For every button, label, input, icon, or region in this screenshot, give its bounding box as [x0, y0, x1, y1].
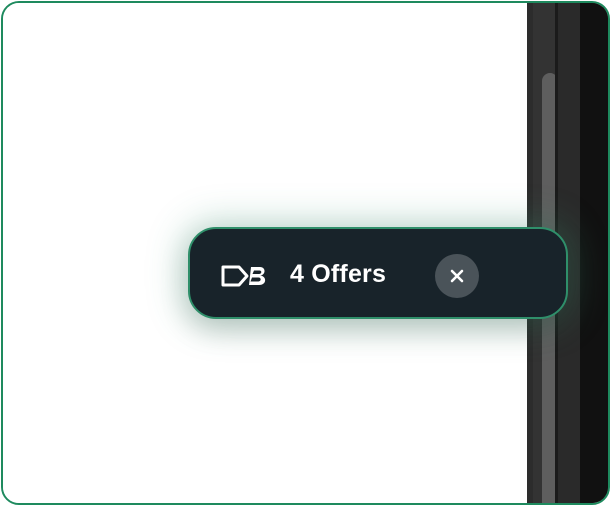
offers-pill-button[interactable]: 4 Offers — [188, 227, 568, 319]
close-button[interactable] — [435, 254, 479, 298]
close-icon — [450, 269, 464, 283]
db-tag-logo-icon — [220, 262, 272, 290]
panel-column-dark — [580, 3, 608, 503]
offers-count-label: 4 Offers — [290, 260, 387, 288]
window-frame: 4 Offers — [1, 1, 610, 505]
